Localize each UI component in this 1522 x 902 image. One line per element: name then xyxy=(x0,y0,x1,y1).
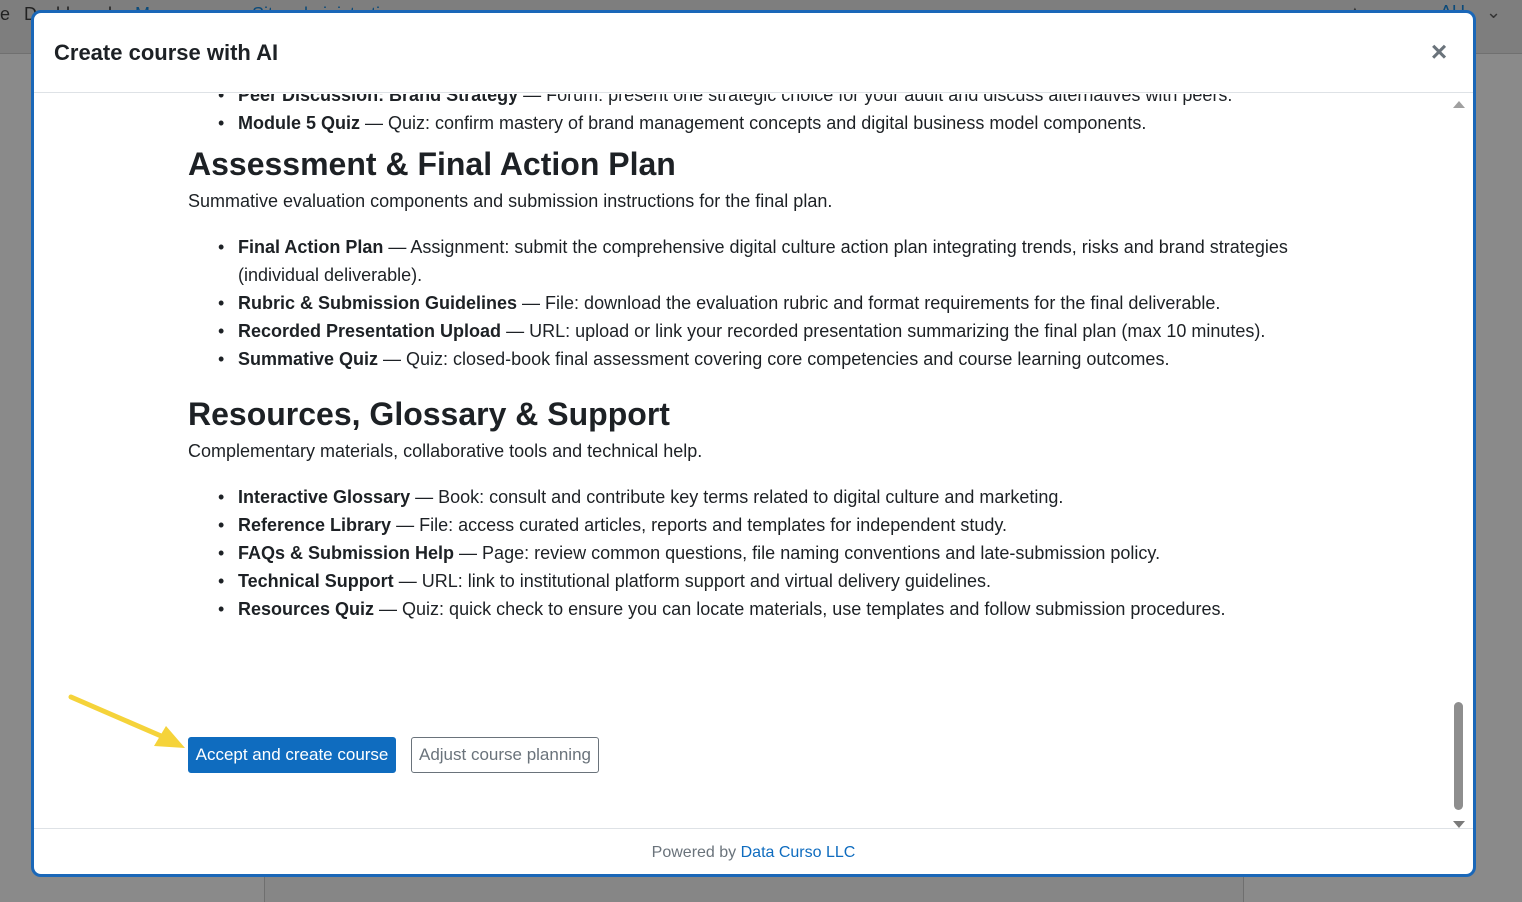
nav-fragment: e xyxy=(0,4,11,24)
item-title: Peer Discussion: Brand Strategy xyxy=(238,94,519,105)
list-item: Recorded Presentation Upload — URL: uplo… xyxy=(188,317,1298,345)
list-item: Module 5 Quiz — Quiz: confirm mastery of… xyxy=(188,109,1298,137)
modal-body[interactable]: Peer Discussion: Brand Strategy — Forum:… xyxy=(34,94,1454,832)
top-item-list: Peer Discussion: Brand Strategy — Forum:… xyxy=(188,94,1298,137)
item-text: — File: access curated articles, reports… xyxy=(391,515,1008,535)
annotation-arrow-icon xyxy=(68,694,185,748)
item-text: — Quiz: quick check to ensure you can lo… xyxy=(374,599,1226,619)
list-item: Peer Discussion: Brand Strategy — Forum:… xyxy=(188,94,1298,109)
data-curso-link[interactable]: Data Curso LLC xyxy=(741,844,856,861)
create-course-modal: Create course with AI × Peer Discussion:… xyxy=(31,10,1476,877)
item-text: — Forum: present one strategic choice fo… xyxy=(518,94,1233,105)
chevron-down-icon: ⌄ xyxy=(1486,2,1502,22)
item-text: — File: download the evaluation rubric a… xyxy=(517,293,1221,313)
footer-prefix: Powered by xyxy=(651,844,741,861)
item-text: — URL: upload or link your recorded pres… xyxy=(501,321,1266,341)
item-title: Technical Support xyxy=(238,571,394,591)
list-item: FAQs & Submission Help — Page: review co… xyxy=(188,539,1298,567)
adjust-course-planning-button[interactable]: Adjust course planning xyxy=(411,737,599,773)
modal-title: Create course with AI xyxy=(54,40,279,65)
list-item: Rubric & Submission Guidelines — File: d… xyxy=(188,289,1298,317)
section-item-list: Final Action Plan — Assignment: submit t… xyxy=(188,233,1298,373)
item-text: — Quiz: confirm mastery of brand managem… xyxy=(360,113,1147,133)
item-text: — Book: consult and contribute key terms… xyxy=(410,487,1064,507)
section-description: Complementary materials, collaborative t… xyxy=(188,441,703,461)
section-item-list: Interactive Glossary — Book: consult and… xyxy=(188,483,1298,623)
list-item: Reference Library — File: access curated… xyxy=(188,511,1298,539)
item-title: Final Action Plan xyxy=(238,237,384,257)
section-description: Summative evaluation components and subm… xyxy=(188,191,833,211)
item-title: Resources Quiz xyxy=(238,599,375,619)
course-plan-content: Peer Discussion: Brand Strategy — Forum:… xyxy=(188,94,1298,623)
item-title: Recorded Presentation Upload xyxy=(238,321,502,341)
list-item: Interactive Glossary — Book: consult and… xyxy=(188,483,1298,511)
modal-footer: Powered by Data Curso LLC xyxy=(34,828,1473,874)
list-item: Summative Quiz — Quiz: closed-book final… xyxy=(188,345,1298,373)
modal-header: Create course with AI × xyxy=(34,13,1473,93)
list-item: Final Action Plan — Assignment: submit t… xyxy=(188,233,1298,289)
close-button[interactable]: × xyxy=(1427,37,1451,67)
section-title: Assessment & Final Action Plan xyxy=(188,146,676,182)
item-title: Interactive Glossary xyxy=(238,487,411,507)
scroll-up-arrow-icon[interactable] xyxy=(1453,101,1465,108)
item-title: Summative Quiz xyxy=(238,349,379,369)
modal-scrollbar[interactable] xyxy=(1449,98,1467,828)
item-title: FAQs & Submission Help xyxy=(238,543,455,563)
item-text: — Page: review common questions, file na… xyxy=(454,543,1161,563)
item-title: Rubric & Submission Guidelines xyxy=(238,293,518,313)
section-title: Resources, Glossary & Support xyxy=(188,396,670,432)
item-text: — URL: link to institutional platform su… xyxy=(393,571,991,591)
item-title: Module 5 Quiz xyxy=(238,113,361,133)
scroll-down-arrow-icon[interactable] xyxy=(1453,821,1465,828)
list-item: Technical Support — URL: link to institu… xyxy=(188,567,1298,595)
accept-create-course-button[interactable]: Accept and create course xyxy=(188,737,396,773)
item-title: Reference Library xyxy=(238,515,392,535)
item-text: — Assignment: submit the comprehensive d… xyxy=(238,237,1288,285)
scrollbar-thumb[interactable] xyxy=(1454,702,1463,810)
item-text: — Quiz: closed-book final assessment cov… xyxy=(378,349,1170,369)
list-item: Resources Quiz — Quiz: quick check to en… xyxy=(188,595,1298,623)
